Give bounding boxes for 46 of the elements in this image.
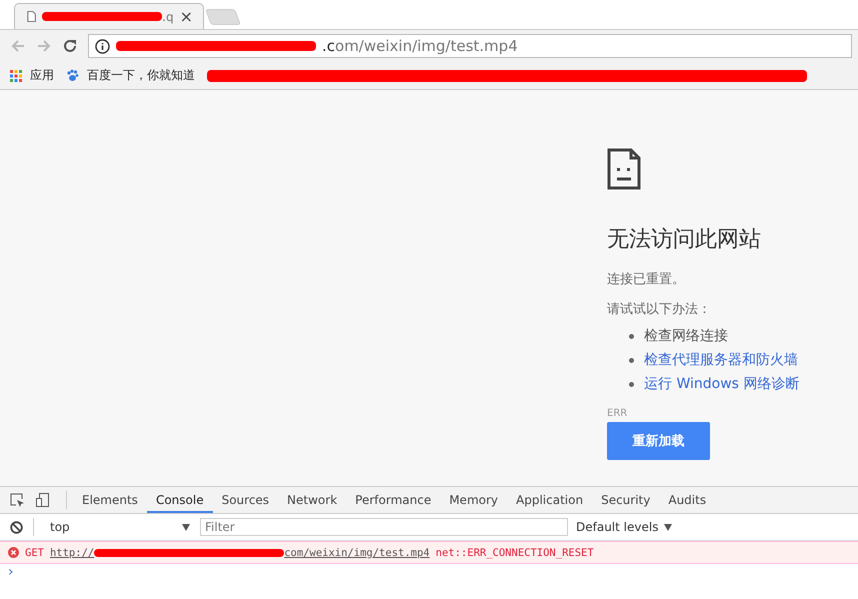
devtools-tab[interactable]: Memory <box>440 487 508 513</box>
url-text: .com/weixin/img/test.mp4 <box>322 37 518 55</box>
devtools-tab[interactable]: Elements <box>73 487 147 513</box>
request-method: GET <box>25 546 44 558</box>
devtools-tab[interactable]: Console <box>146 487 213 513</box>
devtools-tab[interactable]: Audits <box>659 487 716 513</box>
grid-icon <box>10 70 22 82</box>
suggestion-link[interactable]: 检查代理服务器和防火墙 <box>644 351 798 369</box>
tab-title: .q <box>162 10 174 24</box>
address-bar[interactable]: .com/weixin/img/test.mp4 <box>88 34 852 58</box>
error-detail: net::ERR_CONNECTION_RESET <box>436 546 594 558</box>
prompt-icon: › <box>8 564 14 580</box>
suggestion-text: 检查网络连接 <box>644 327 728 345</box>
context-dropdown[interactable]: top <box>44 520 196 534</box>
paw-icon <box>66 69 79 82</box>
device-icon[interactable] <box>35 492 50 508</box>
browser-tab[interactable]: .q × <box>14 3 204 29</box>
filter-field[interactable]: Filter <box>200 518 568 536</box>
error-code: ERR <box>607 408 628 419</box>
devtools-tab[interactable]: Network <box>278 487 346 513</box>
bullet-icon <box>629 382 634 386</box>
bullet-icon <box>629 334 634 338</box>
reload-icon[interactable] <box>62 38 78 54</box>
error-title: 无法访问此网站 <box>607 226 762 254</box>
inspect-icon[interactable] <box>10 492 25 508</box>
request-url-link[interactable]: http:// com/weixin/img/test.mp4 <box>50 546 430 558</box>
error-icon <box>8 547 19 558</box>
bullet-icon <box>629 358 634 362</box>
suggestion-heading: 请试试以下办法： <box>607 301 712 318</box>
clear-icon[interactable] <box>10 520 23 534</box>
levels-dropdown[interactable]: Default levels <box>576 520 672 534</box>
caret-icon <box>664 524 672 530</box>
suggestion-link[interactable]: 运行 Windows 网络诊断 <box>644 375 800 393</box>
devtools-tab[interactable]: Security <box>592 487 660 513</box>
caret-icon <box>182 524 190 530</box>
close-icon[interactable]: × <box>180 7 193 26</box>
devtools-tab[interactable]: Performance <box>346 487 440 513</box>
devtools-tab[interactable]: Sources <box>212 487 278 513</box>
sad-page-icon <box>607 148 641 190</box>
error-message: 连接已重置。 <box>607 271 686 288</box>
reload-button[interactable]: 重新加载 <box>607 422 710 460</box>
devtools-tab[interactable]: Application <box>507 487 592 513</box>
bookmark[interactable]: 百度一下，你就知道 <box>66 67 195 84</box>
document-icon <box>27 10 36 23</box>
info-icon <box>95 38 110 54</box>
apps-bookmark[interactable]: 应用 <box>10 67 54 84</box>
